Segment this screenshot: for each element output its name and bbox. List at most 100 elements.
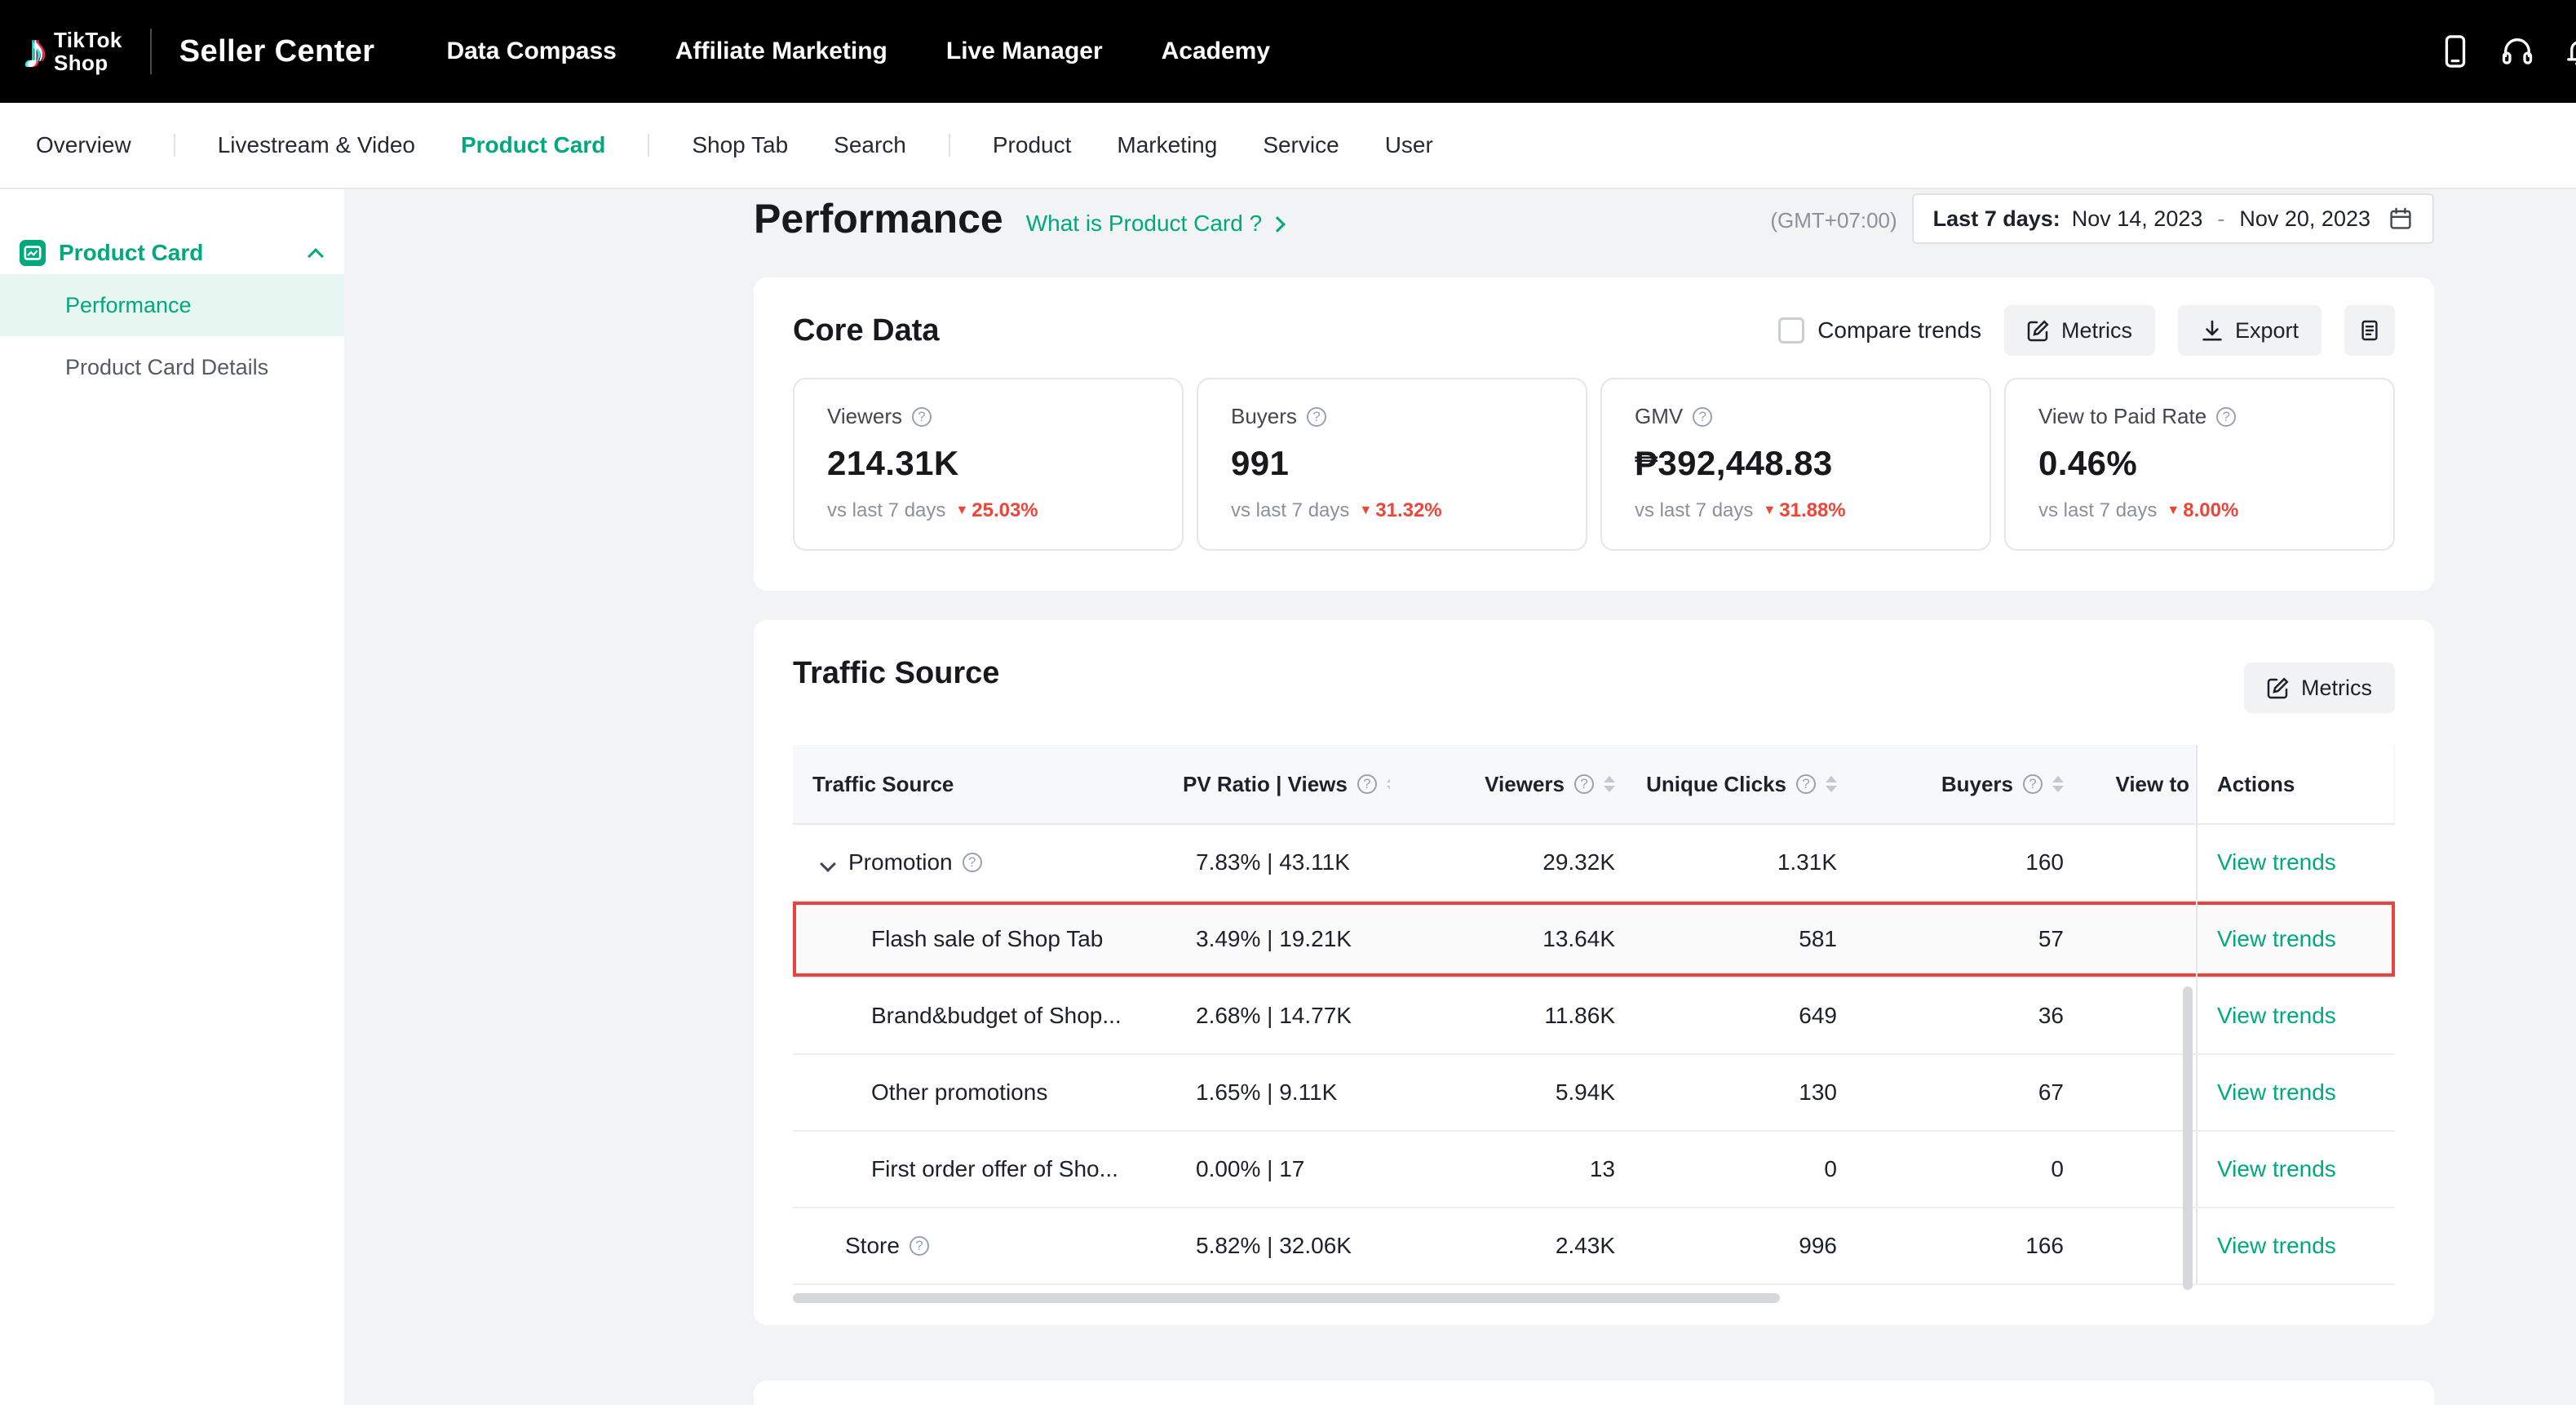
down-arrow-icon: ▼ (2167, 504, 2180, 517)
view-trends-link[interactable]: View trends (2217, 1079, 2336, 1106)
logo-text: TikTok Shop (54, 29, 122, 74)
view-trends-link[interactable]: View trends (2217, 1233, 2336, 1259)
seller-center-app: ♪ TikTok Shop Seller Center Data Compass… (0, 0, 2576, 1405)
table-row-store[interactable]: Store 5.82% | 32.06K 2.43K 996 166 View … (793, 1208, 2395, 1285)
subnav-product-card[interactable]: Product Card (461, 132, 605, 158)
row-unique-clicks: 581 (1622, 902, 1843, 977)
tiktok-shop-logo[interactable]: ♪ TikTok Shop (23, 27, 122, 76)
bell-icon[interactable] (2561, 33, 2576, 69)
sidebar: Product Card Performance Product Card De… (0, 189, 344, 1405)
row-pv: 0.00% | 17 (1163, 1132, 1390, 1207)
row-pv: 7.83% | 43.11K (1163, 825, 1390, 900)
view-trends-link[interactable]: View trends (2217, 926, 2336, 952)
metric-tile-buyers[interactable]: Buyers 991 vs last 7 days ▼ 31.32% (1197, 378, 1587, 551)
col-traffic-source: Traffic Source (793, 745, 1163, 823)
table-row-brand-budget[interactable]: Brand&budget of Shop... 2.68% | 14.77K 1… (793, 978, 2395, 1055)
headset-support-icon[interactable] (2499, 33, 2535, 69)
table-vertical-scrollbar[interactable] (2183, 986, 2193, 1290)
topnav-live-manager[interactable]: Live Manager (946, 38, 1103, 65)
row-name: Store (845, 1233, 900, 1259)
subnav-marketing[interactable]: Marketing (1117, 132, 1217, 158)
row-viewers: 2.43K (1390, 1208, 1622, 1283)
row-pv: 3.49% | 19.21K (1163, 902, 1390, 977)
metric-value: 991 (1231, 444, 1553, 483)
help-icon[interactable] (2023, 774, 2043, 794)
table-row-promotion[interactable]: Promotion 7.83% | 43.11K 29.32K 1.31K 16… (793, 825, 2395, 902)
sidebar-section-product-card[interactable]: Product Card (0, 232, 344, 274)
table-row-first-order-offer[interactable]: First order offer of Sho... 0.00% | 17 1… (793, 1132, 2395, 1208)
view-trends-link[interactable]: View trends (2217, 849, 2336, 875)
help-icon[interactable] (912, 407, 932, 427)
sort-icon[interactable] (1604, 776, 1615, 792)
sort-icon[interactable] (2052, 776, 2064, 792)
row-buyers: 0 (1843, 1132, 2070, 1207)
edit-icon (2267, 676, 2290, 699)
help-icon[interactable] (1357, 774, 1377, 794)
sidebar-item-performance[interactable]: Performance (0, 274, 344, 336)
topnav-affiliate-marketing[interactable]: Affiliate Marketing (675, 38, 887, 65)
vs-label: vs last 7 days (1635, 499, 1753, 522)
view-trends-link[interactable]: View trends (2217, 1156, 2336, 1182)
col-unique-clicks: Unique Clicks (1622, 745, 1843, 823)
subnav-livestream-video[interactable]: Livestream & Video (218, 132, 415, 158)
sidebar-item-product-card-details[interactable]: Product Card Details (0, 336, 344, 398)
subnav-service[interactable]: Service (1263, 132, 1339, 158)
help-icon[interactable] (1307, 407, 1326, 427)
export-button-label: Export (2235, 318, 2299, 343)
table-row-other-promotions[interactable]: Other promotions 1.65% | 9.11K 5.94K 130… (793, 1055, 2395, 1132)
compare-trends-toggle[interactable]: Compare trends (1778, 317, 1981, 343)
metric-tile-gmv[interactable]: GMV ₱392,448.83 vs last 7 days ▼ 31.88% (1600, 378, 1991, 551)
product-card-icon (20, 240, 46, 266)
metric-delta: ▼ 8.00% (2167, 499, 2238, 522)
table-horizontal-scrollbar[interactable] (793, 1293, 1780, 1303)
subnav-shop-tab[interactable]: Shop Tab (692, 132, 788, 158)
table-row-flash-sale[interactable]: Flash sale of Shop Tab 3.49% | 19.21K 13… (793, 902, 2395, 978)
metric-label: GMV (1635, 404, 1683, 429)
help-icon[interactable] (1574, 774, 1594, 794)
help-icon[interactable] (1693, 407, 1712, 427)
calendar-icon (2388, 206, 2413, 231)
help-icon[interactable] (963, 853, 982, 872)
chevron-right-icon (1269, 216, 1286, 233)
collapse-caret-icon[interactable] (822, 849, 834, 875)
topnav-data-compass[interactable]: Data Compass (446, 38, 616, 65)
col-actions: Actions (2196, 745, 2393, 823)
row-unique-clicks: 996 (1622, 1208, 1843, 1283)
subnav-overview[interactable]: Overview (36, 132, 131, 158)
view-trends-link[interactable]: View trends (2217, 1003, 2336, 1029)
app-name: Seller Center (179, 34, 375, 69)
content-header: Performance What is Product Card ? (GMT+… (754, 193, 2434, 245)
row-unique-clicks: 0 (1622, 1132, 1843, 1207)
logo-line1: TikTok (54, 29, 122, 51)
metric-tile-view-to-paid-rate[interactable]: View to Paid Rate 0.46% vs last 7 days ▼… (2004, 378, 2395, 551)
help-icon[interactable] (1796, 774, 1816, 794)
subnav-search[interactable]: Search (834, 132, 906, 158)
row-unique-clicks: 649 (1622, 978, 1843, 1053)
mobile-app-icon[interactable] (2437, 33, 2473, 69)
row-pv: 2.68% | 14.77K (1163, 978, 1390, 1053)
document-icon (2358, 319, 2381, 342)
help-icon[interactable] (2216, 407, 2236, 427)
subnav-user[interactable]: User (1385, 132, 1433, 158)
what-is-product-card-link[interactable]: What is Product Card ? (1026, 211, 1283, 237)
export-button[interactable]: Export (2178, 305, 2321, 356)
subnav-product[interactable]: Product (993, 132, 1072, 158)
date-start: Nov 14, 2023 (2072, 206, 2203, 232)
help-icon[interactable] (910, 1236, 929, 1256)
compare-trends-checkbox[interactable] (1778, 317, 1804, 343)
date-separator: - (2217, 206, 2224, 232)
metric-delta: ▼ 31.32% (1359, 499, 1441, 522)
topnav-academy[interactable]: Academy (1162, 38, 1270, 65)
content: Performance What is Product Card ? (GMT+… (754, 189, 2434, 1405)
row-viewers: 29.32K (1390, 825, 1622, 900)
report-button[interactable] (2344, 305, 2395, 356)
date-range-picker[interactable]: Last 7 days: Nov 14, 2023 - Nov 20, 2023 (1912, 193, 2434, 244)
metric-tile-viewers[interactable]: Viewers 214.31K vs last 7 days ▼ 25.03% (793, 378, 1184, 551)
sort-icon[interactable] (1826, 776, 1837, 792)
chevron-up-icon[interactable] (310, 238, 321, 268)
row-buyers: 166 (1843, 1208, 2070, 1283)
traffic-metrics-button[interactable]: Metrics (2244, 663, 2395, 713)
metrics-button[interactable]: Metrics (2004, 305, 2155, 356)
traffic-metrics-button-label: Metrics (2301, 676, 2372, 701)
down-arrow-icon: ▼ (1763, 504, 1776, 517)
